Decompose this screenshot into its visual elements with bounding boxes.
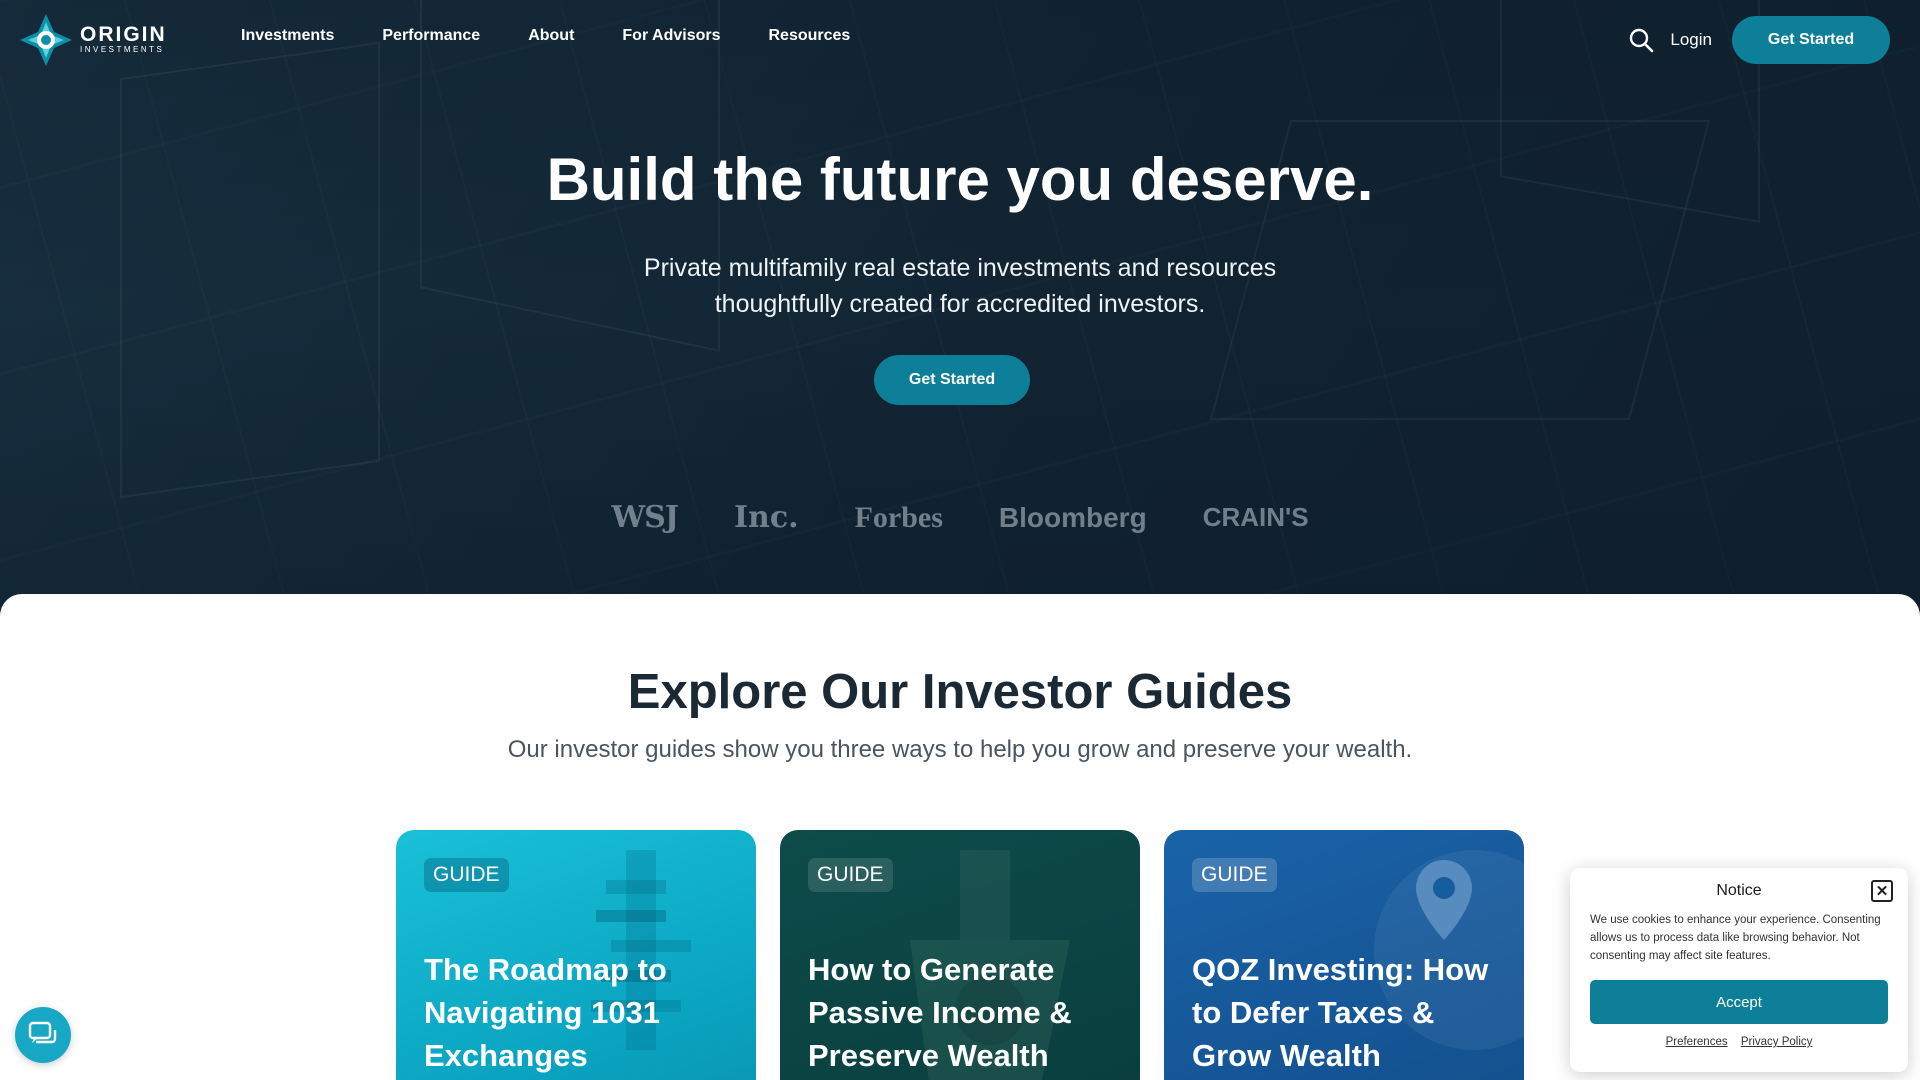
press-logo-forbes: Forbes [854,500,943,534]
hero-section: ORIGIN INVESTMENTS Investments Performan… [0,0,1920,620]
hero-subtitle-line: thoughtfully created for accredited inve… [714,290,1206,318]
login-link[interactable]: Login [1670,30,1712,50]
chat-button[interactable] [15,1007,71,1063]
guide-badge: GUIDE [424,858,509,892]
nav-link-about[interactable]: About [528,27,574,45]
chat-icon [28,1021,57,1044]
cookie-notice: Notice ✕ We use cookies to enhance your … [1570,868,1908,1072]
preferences-link[interactable]: Preferences [1666,1036,1728,1048]
search-icon[interactable] [1628,27,1654,53]
nav-link-investments[interactable]: Investments [241,27,334,45]
accept-button[interactable]: Accept [1590,980,1888,1024]
guide-title: How to Generate Passive Income & Preserv… [808,952,1072,1073]
nav-link-resources[interactable]: Resources [769,27,851,45]
guide-title: The Roadmap to Navigating 1031 Exchanges [424,952,667,1073]
close-icon[interactable]: ✕ [1871,880,1893,902]
logo-wordmark: ORIGIN INVESTMENTS [80,23,167,55]
hero-get-started-button[interactable]: Get Started [874,355,1030,405]
cookie-links: Preferences Privacy Policy [1570,1036,1908,1048]
nav-link-for-advisors[interactable]: For Advisors [622,27,720,45]
cookie-title: Notice [1716,882,1762,899]
guide-badge: GUIDE [808,858,893,892]
hero-title: Build the future you deserve. [546,146,1374,213]
guide-title: QOZ Investing: How to Defer Taxes & Grow… [1192,952,1489,1073]
get-started-button[interactable]: Get Started [1732,16,1890,64]
top-navigation: ORIGIN INVESTMENTS Investments Performan… [0,0,1920,80]
press-logos: WSJ Inc. Forbes Bloomberg CRAIN'S [0,500,1920,535]
background-decoration [120,41,380,499]
section-subtitle: Our investor guides show you three ways … [507,736,1413,763]
logo-title: ORIGIN [80,23,167,46]
logo-subtitle: INVESTMENTS [80,45,165,54]
logo[interactable]: ORIGIN INVESTMENTS [20,14,167,66]
guide-card-passive-income[interactable]: GUIDE How to Generate Passive Income & P… [780,830,1140,1080]
press-logo-bloomberg: Bloomberg [998,501,1147,533]
press-logo-crains: CRAIN'S [1202,502,1309,532]
section-title: Explore Our Investor Guides [627,665,1293,719]
hero-subtitle-line: Private multifamily real estate investme… [643,254,1277,282]
nav-link-performance[interactable]: Performance [382,27,480,45]
guide-card-qoz[interactable]: GUIDE QOZ Investing: How to Defer Taxes … [1164,830,1524,1080]
privacy-policy-link[interactable]: Privacy Policy [1741,1036,1813,1048]
nav-actions: Login Get Started [1628,16,1890,64]
press-logo-wsj: WSJ [611,500,679,535]
cookie-body: We use cookies to enhance your experienc… [1590,914,1881,962]
guide-card-1031[interactable]: GUIDE The Roadmap to Navigating 1031 Exc… [396,830,756,1080]
press-logo-inc: Inc. [734,500,799,535]
hero-subtitle: Private multifamily real estate investme… [560,250,1360,322]
logo-icon [20,14,72,66]
nav-links: Investments Performance About For Adviso… [241,27,898,45]
guide-badge: GUIDE [1192,858,1277,892]
